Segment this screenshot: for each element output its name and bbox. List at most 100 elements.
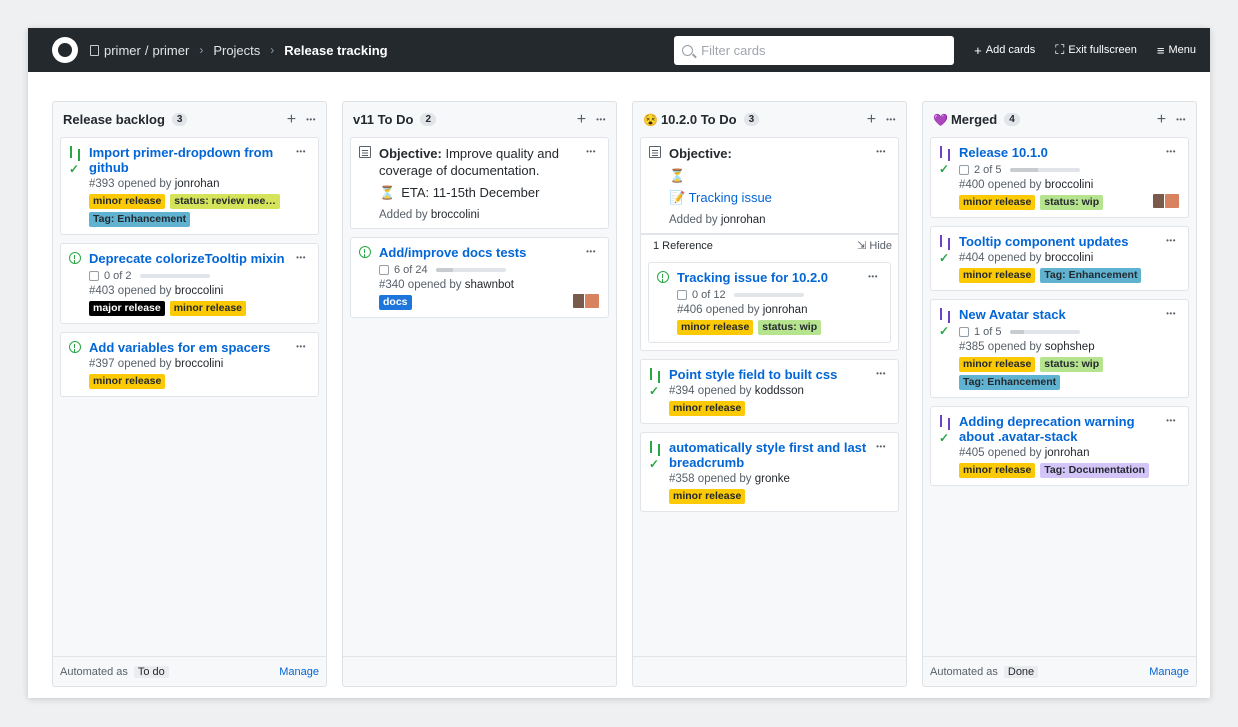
label-badge[interactable]: Tag: Enhancement (1040, 268, 1142, 283)
card-title-link[interactable]: Add/improve docs tests (379, 245, 600, 260)
card-menu-kebab-icon[interactable]: ••• (296, 342, 306, 351)
label-badge[interactable]: status: wip (1040, 195, 1104, 210)
label-badge[interactable]: minor release (959, 268, 1036, 283)
card-menu-kebab-icon[interactable]: ••• (296, 147, 306, 156)
card-title-link[interactable]: Release 10.1.0 (959, 145, 1180, 160)
card-menu-kebab-icon[interactable]: ••• (1166, 309, 1176, 318)
breadcrumb-projects[interactable]: Projects (213, 43, 260, 58)
card-title-link[interactable]: New Avatar stack (959, 307, 1180, 322)
label-badge[interactable]: minor release (669, 401, 746, 416)
tracking-issue-link-text[interactable]: Tracking issue (689, 190, 772, 205)
add-cards-button[interactable]: + Add cards (974, 43, 1035, 58)
issue-card[interactable]: ✓ ••• Point style field to built css #394 o… (640, 359, 899, 424)
card-title-link[interactable]: Tracking issue for 10.2.0 (677, 270, 882, 285)
label-badge[interactable]: Tag: Enhancement (959, 375, 1061, 390)
card-title-link[interactable]: Adding deprecation warning about .avatar… (959, 414, 1180, 444)
label-badge[interactable]: minor release (959, 195, 1036, 210)
card-menu-kebab-icon[interactable]: ••• (876, 147, 886, 156)
issue-card[interactable]: ✓ ••• Import primer-dropdown from github #3… (60, 137, 319, 235)
add-card-plus-icon[interactable]: + (577, 111, 586, 129)
note-card[interactable]: ••• Objective: ⏳ 📝 Tracking issue Added by j… (640, 137, 899, 234)
hide-reference-button[interactable]: ⇲ Hide (857, 239, 892, 252)
manage-automation-link[interactable]: Manage (279, 666, 319, 678)
issue-number: #385 (959, 341, 985, 353)
tracking-issue-link[interactable]: 📝 Tracking issue (669, 190, 890, 206)
card-menu-kebab-icon[interactable]: ••• (1166, 147, 1176, 156)
card-title-link[interactable]: Deprecate colorizeTooltip mixin (89, 251, 310, 266)
author-link[interactable]: jonrohan (763, 304, 808, 316)
author-link[interactable]: broccolini (175, 358, 224, 370)
label-badge[interactable]: Tag: Documentation (1040, 463, 1150, 478)
card-title-link[interactable]: Import primer-dropdown from github (89, 145, 310, 175)
label-badge[interactable]: minor release (669, 489, 746, 504)
avatar[interactable] (584, 293, 600, 309)
added-by-user[interactable]: jonrohan (721, 214, 766, 226)
author-link[interactable]: jonrohan (1045, 447, 1090, 459)
add-card-plus-icon[interactable]: + (287, 111, 296, 129)
menu-button[interactable]: ≡ Menu (1157, 43, 1196, 58)
issue-card[interactable]: ••• Add variables for em spacers #397 open… (60, 332, 319, 397)
author-link[interactable]: shawnbot (465, 279, 514, 291)
card-title-link[interactable]: Point style field to built css (669, 367, 890, 382)
card-menu-kebab-icon[interactable]: ••• (876, 442, 886, 451)
label-badge[interactable]: status: wip (758, 320, 822, 335)
author-link[interactable]: jonrohan (175, 178, 220, 190)
label-badge[interactable]: minor release (169, 301, 247, 316)
column-menu-kebab-icon[interactable]: ••• (306, 115, 316, 124)
author-link[interactable]: broccolini (1045, 252, 1094, 264)
added-by-user[interactable]: broccolini (431, 209, 480, 221)
add-card-plus-icon[interactable]: + (867, 111, 876, 129)
label-badge[interactable]: docs (379, 295, 412, 310)
card-menu-kebab-icon[interactable]: ••• (876, 369, 886, 378)
issue-card[interactable]: ✓ ••• Release 10.1.0 2 of 5 #400 opened by b… (930, 137, 1189, 218)
card-title-link[interactable]: Tooltip component updates (959, 234, 1180, 249)
issue-card[interactable]: ••• Add/improve docs tests 6 of 24 #340 ope… (350, 237, 609, 318)
card-title-link[interactable]: automatically style first and last bread… (669, 440, 890, 470)
author-link[interactable]: koddsson (755, 385, 804, 397)
opened-by-label: opened by (117, 285, 172, 297)
breadcrumb-repo[interactable]: primer (152, 43, 189, 58)
label-badge[interactable]: status: review nee… (170, 194, 280, 209)
issue-card[interactable]: ✓ ••• New Avatar stack 1 of 5 #385 opened by… (930, 299, 1189, 398)
card-menu-kebab-icon[interactable]: ••• (1166, 236, 1176, 245)
card-menu-kebab-icon[interactable]: ••• (586, 247, 596, 256)
issue-card[interactable]: ✓ ••• Tooltip component updates #404 opened… (930, 226, 1189, 291)
author-link[interactable]: gronke (755, 473, 790, 485)
label-badge[interactable]: Tag: Enhancement (89, 212, 191, 227)
label-badge[interactable]: minor release (959, 463, 1036, 478)
issue-card[interactable]: ••• Deprecate colorizeTooltip mixin 0 of 2… (60, 243, 319, 324)
note-card[interactable]: ••• Objective: Improve quality and covera… (350, 137, 609, 229)
label-badge[interactable]: status: wip (1040, 357, 1104, 372)
avatar[interactable] (1164, 193, 1180, 209)
card-menu-kebab-icon[interactable]: ••• (586, 147, 596, 156)
opened-by-label: opened by (117, 358, 172, 370)
manage-automation-link[interactable]: Manage (1149, 666, 1189, 678)
author-link[interactable]: sophshep (1045, 341, 1095, 353)
issue-card[interactable]: ✓ ••• Adding deprecation warning about .av… (930, 406, 1189, 486)
issue-card[interactable]: ✓ ••• automatically style first and last b… (640, 432, 899, 512)
card-menu-kebab-icon[interactable]: ••• (1166, 416, 1176, 425)
column-menu-kebab-icon[interactable]: ••• (596, 115, 606, 124)
label-badge[interactable]: minor release (89, 374, 166, 389)
author-link[interactable]: broccolini (1045, 179, 1094, 191)
issue-card[interactable]: ••• Tracking issue for 10.2.0 0 of 12 #406 … (648, 262, 891, 343)
exit-fullscreen-button[interactable]: ⛶ Exit fullscreen (1055, 42, 1137, 58)
label-badge[interactable]: minor release (677, 320, 754, 335)
github-logo-icon[interactable] (52, 37, 78, 63)
author-link[interactable]: broccolini (175, 285, 224, 297)
column-cards: ✓ ••• Import primer-dropdown from github #3… (53, 137, 326, 656)
column-footer: Automated as To do Manage (53, 656, 326, 686)
filter-cards-input[interactable] (701, 42, 932, 58)
card-title-link[interactable]: Add variables for em spacers (89, 340, 310, 355)
card-menu-kebab-icon[interactable]: ••• (868, 272, 878, 281)
column-menu-kebab-icon[interactable]: ••• (1176, 115, 1186, 124)
added-by-label: Added by (669, 214, 718, 226)
label-badge[interactable]: major release (89, 301, 165, 316)
label-badge[interactable]: minor release (89, 194, 166, 209)
column-menu-kebab-icon[interactable]: ••• (886, 115, 896, 124)
top-bar: primer / primer › Projects › Release tra… (28, 28, 1210, 72)
add-card-plus-icon[interactable]: + (1157, 111, 1166, 129)
label-badge[interactable]: minor release (959, 357, 1036, 372)
breadcrumb-owner[interactable]: primer (104, 43, 141, 58)
card-menu-kebab-icon[interactable]: ••• (296, 253, 306, 262)
